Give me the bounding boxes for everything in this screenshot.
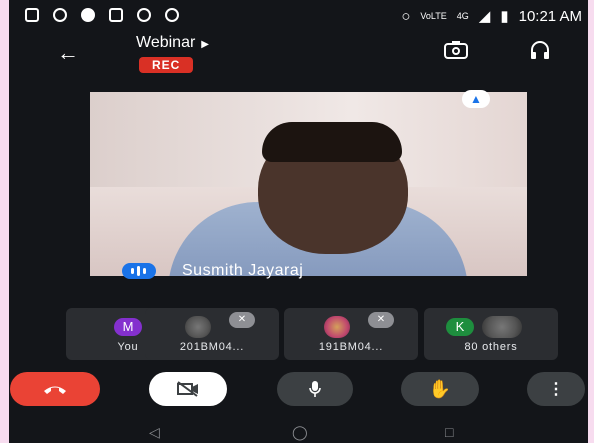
speaker-hair <box>262 122 402 162</box>
participant-label: 201BM04... <box>179 341 245 353</box>
android-nav-bar: ◁ ◯ □ <box>9 418 588 443</box>
participant-label: 80 others <box>464 341 518 353</box>
battery-icon: ▮ <box>500 8 509 25</box>
status-bar: ○ VoLTE 4G ◢ ▮ 10:21 AM <box>9 0 588 30</box>
participant-label: 191BM04... <box>318 341 384 353</box>
status-right: ○ VoLTE 4G ◢ ▮ 10:21 AM <box>401 7 582 26</box>
avatar <box>324 316 350 338</box>
pin-icon[interactable]: ▲ <box>462 90 490 108</box>
home-nav-icon[interactable]: ◯ <box>292 424 308 441</box>
switch-camera-icon[interactable] <box>443 40 469 60</box>
raise-hand-button[interactable]: ✋ <box>401 372 479 406</box>
game-icon <box>137 8 151 22</box>
avatar <box>185 316 211 338</box>
back-nav-icon[interactable]: ◁ <box>149 424 160 441</box>
participant-tile[interactable]: ✕ 201BM04... <box>145 308 279 360</box>
whatsapp-icon <box>53 8 67 22</box>
speaker-label: Susmith Jayaraj <box>122 262 303 280</box>
participant-tile-others[interactable]: K 80 others <box>424 308 558 360</box>
signal-icon: ◢ <box>478 8 491 25</box>
cast-icon <box>25 8 39 22</box>
participant-tile[interactable]: ✕ 191BM04... <box>284 308 418 360</box>
vpn-icon <box>165 8 179 22</box>
end-call-icon <box>44 386 66 394</box>
mic-button[interactable] <box>277 372 353 406</box>
main-video-tile[interactable] <box>90 92 527 276</box>
avatar <box>482 316 522 338</box>
clock: 10:21 AM <box>518 7 582 25</box>
meeting-header: ← Webinar ▶ REC <box>9 30 588 80</box>
avatar: K <box>446 318 474 336</box>
headset-status-icon: ○ <box>401 7 411 25</box>
arrow-left-icon[interactable]: ← <box>57 40 79 66</box>
meeting-title-button[interactable]: Webinar ▶ <box>136 34 209 52</box>
call-controls: ✋ ⋮ <box>9 364 588 412</box>
speaker-name: Susmith Jayaraj <box>182 262 304 279</box>
calendar-icon <box>109 8 123 22</box>
notification-icons <box>25 8 179 22</box>
more-vert-icon: ⋮ <box>548 381 564 398</box>
recording-badge: REC <box>139 57 194 73</box>
more-options-button[interactable]: ⋮ <box>527 372 585 406</box>
avatar: M <box>114 318 142 336</box>
mic-off-icon: ✕ <box>368 312 394 328</box>
headphones-icon[interactable] <box>529 40 551 60</box>
mic-icon <box>309 381 321 397</box>
camera-toggle-button[interactable] <box>149 372 227 406</box>
chevron-right-icon: ▶ <box>201 39 209 50</box>
meeting-title: Webinar <box>136 34 196 51</box>
mic-off-icon: ✕ <box>229 312 255 328</box>
raise-hand-icon: ✋ <box>428 378 452 399</box>
speaking-indicator-icon <box>122 263 156 279</box>
phone-icon <box>81 8 95 22</box>
participant-strip: M You ✕ 201BM04... ✕ 191BM04... K 80 oth… <box>9 308 588 360</box>
network-type: 4G <box>456 11 469 21</box>
meet-screen: ○ VoLTE 4G ◢ ▮ 10:21 AM ← Webinar ▶ REC ▲ <box>9 0 588 443</box>
end-call-button[interactable] <box>10 372 100 406</box>
recents-nav-icon[interactable]: □ <box>445 424 453 440</box>
volte-label: VoLTE <box>420 11 447 21</box>
camera-off-icon <box>177 381 198 397</box>
